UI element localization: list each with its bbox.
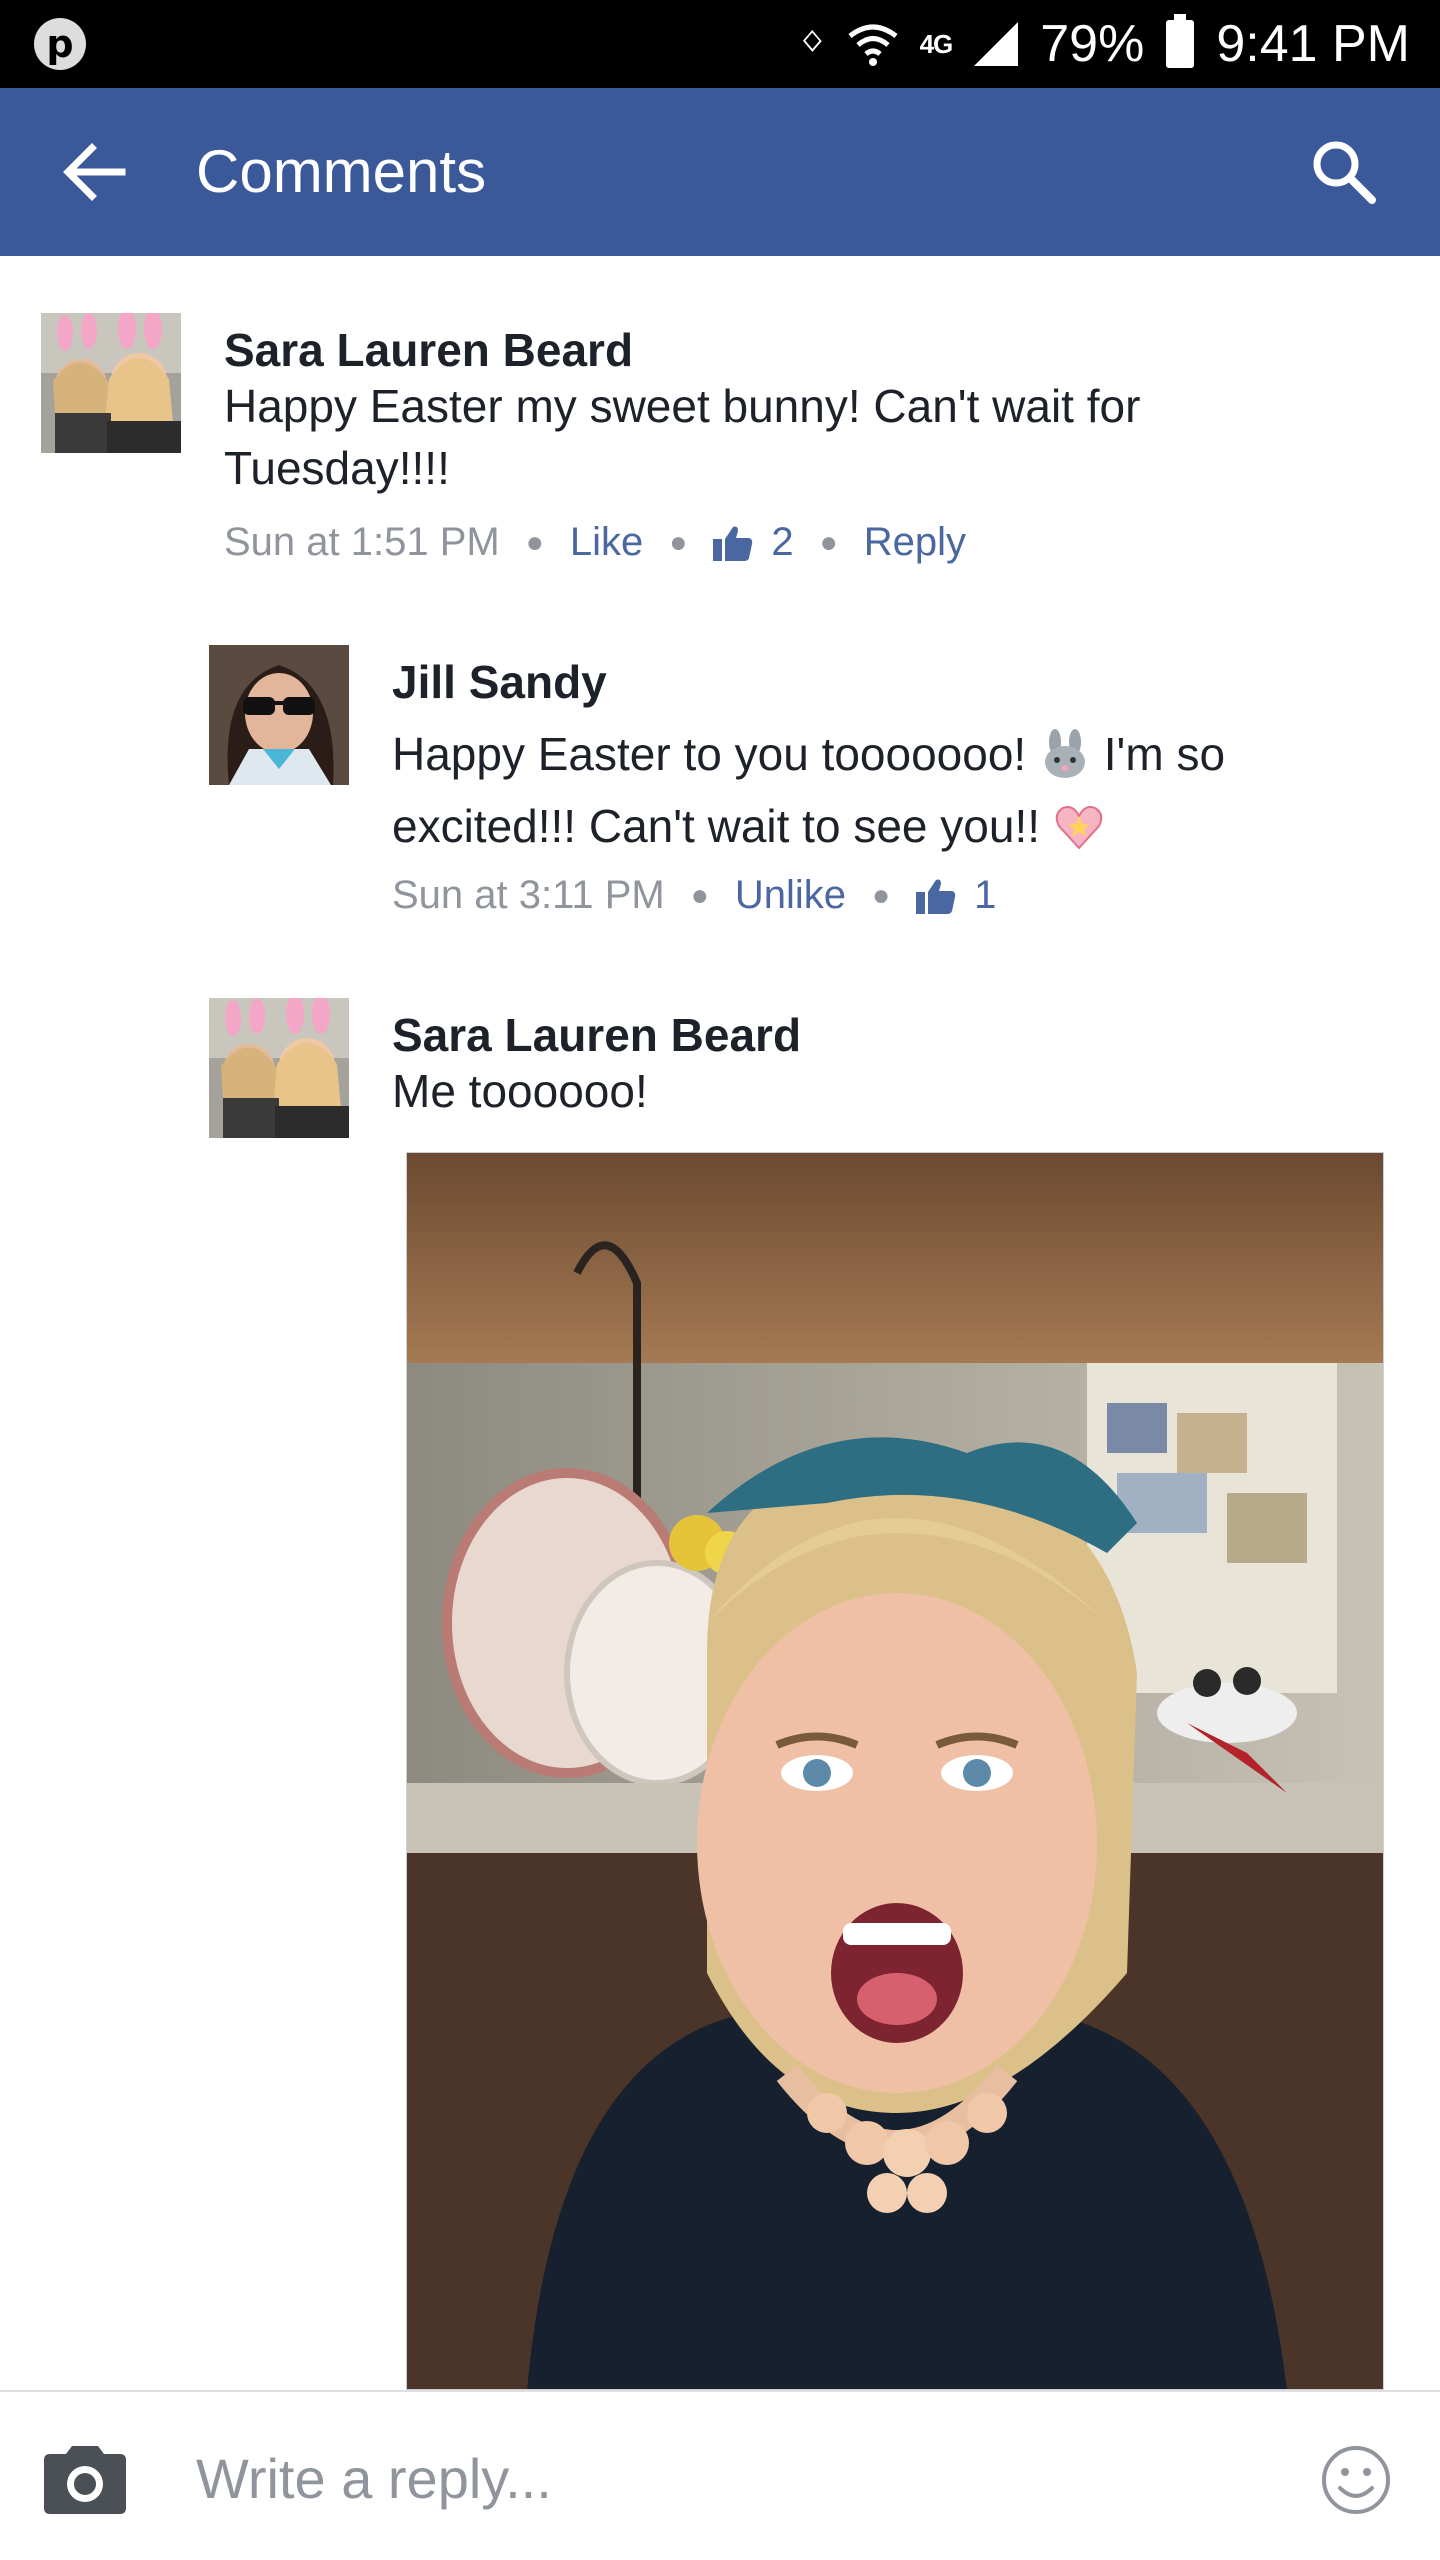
back-arrow-icon[interactable]	[62, 142, 126, 202]
like-button[interactable]: Like	[570, 520, 643, 565]
comment-text: Happy Easter to you tooooooo! I'm so exc…	[392, 718, 1392, 862]
separator-dot: ●	[669, 525, 688, 559]
comment-text: Me toooooo!	[392, 1065, 648, 1117]
comment-text: Happy Easter my sweet bunny! Can't wait …	[224, 380, 1141, 494]
status-icons: ᛜ 4G 79% 9:41 PM	[799, 0, 1410, 88]
separator-dot: ●	[690, 878, 709, 912]
avatar-image	[209, 998, 349, 1138]
bluetooth-icon: ᛜ	[799, 18, 826, 69]
comment-author[interactable]: Sara Lauren Beard	[224, 323, 633, 377]
like-count[interactable]: 1	[974, 873, 996, 918]
comment-photo[interactable]	[406, 1152, 1384, 2390]
clock: 9:41 PM	[1216, 15, 1410, 73]
page-title: Comments	[196, 138, 487, 205]
avatar[interactable]	[209, 998, 349, 1138]
sparkling-heart-icon	[1055, 806, 1103, 850]
comment-text-part: Happy Easter to you tooooooo!	[392, 728, 1027, 780]
pinterest-icon: p	[34, 18, 86, 70]
comment-time[interactable]: Sun at 3:11 PM	[392, 873, 665, 918]
reply-input[interactable]	[196, 2438, 1276, 2518]
camera-icon[interactable]	[40, 2444, 130, 2516]
search-icon[interactable]	[1310, 138, 1378, 206]
bunny-emoji-icon	[1045, 729, 1085, 778]
wifi-icon	[848, 24, 898, 66]
comments-screen: p ᛜ 4G 79% 9:41 PM Comments Sara Lauren …	[0, 0, 1440, 2560]
comment-time[interactable]: Sun at 1:51 PM	[224, 520, 500, 565]
selfie-photo-image	[407, 1153, 1383, 2389]
comment-meta: Sun at 3:11 PM ● Unlike ● 1	[392, 873, 996, 918]
comment-author[interactable]: Jill Sandy	[392, 655, 607, 709]
avatar-image	[209, 645, 349, 785]
battery-percent: 79%	[1040, 15, 1145, 73]
battery-icon	[1166, 14, 1195, 68]
avatar[interactable]	[41, 313, 181, 453]
comment-meta: Sun at 1:51 PM ● Like ● 2 ● Reply	[224, 520, 966, 565]
separator-dot: ●	[525, 525, 544, 559]
app-header: Comments	[0, 88, 1440, 256]
separator-dot: ●	[872, 878, 891, 912]
avatar-image	[41, 313, 181, 453]
thumbs-up-icon[interactable]	[916, 878, 956, 914]
network-type: 4G	[919, 29, 954, 59]
emoji-picker-icon[interactable]	[1320, 2444, 1392, 2516]
comment-author[interactable]: Sara Lauren Beard	[392, 1008, 801, 1062]
avatar[interactable]	[209, 645, 349, 785]
status-bar: p ᛜ 4G 79% 9:41 PM	[0, 0, 1440, 88]
reply-bar	[0, 2390, 1440, 2560]
separator-dot: ●	[819, 525, 838, 559]
reply-button[interactable]: Reply	[864, 520, 966, 565]
thumbs-up-icon[interactable]	[713, 525, 753, 561]
unlike-button[interactable]: Unlike	[735, 873, 846, 918]
like-count[interactable]: 2	[771, 520, 793, 565]
signal-icon	[974, 22, 1019, 66]
